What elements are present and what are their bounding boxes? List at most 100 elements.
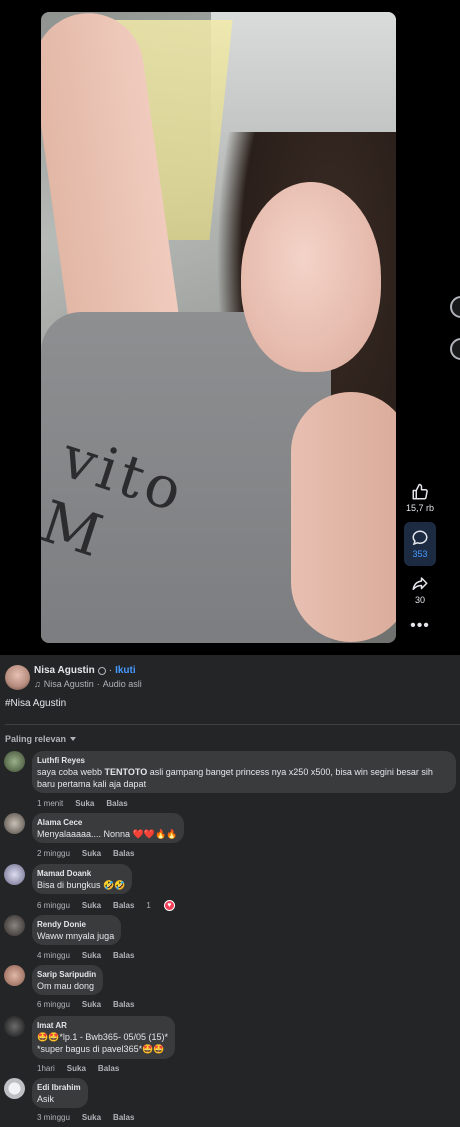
commenter-avatar[interactable] <box>4 1016 25 1037</box>
video-face <box>241 182 381 372</box>
separator-dot: · <box>108 665 113 676</box>
comment-bubble: Rendy Donie Waww mnyala juga <box>32 915 122 945</box>
comment-item: Edi Ibrahim Asik 3 minggu Suka Balas <box>4 1078 460 1126</box>
commenter-name[interactable]: Edi Ibrahim <box>37 1082 81 1093</box>
commenter-avatar[interactable] <box>4 965 25 986</box>
comment-text: Om mau dong <box>37 981 95 991</box>
comment-time: 3 minggu <box>37 1113 70 1122</box>
comment-bubble: Luthfi Reyes saya coba webb TENTOTO asli… <box>32 751 456 793</box>
like-comment-button[interactable]: Suka <box>82 849 101 858</box>
author-avatar[interactable] <box>5 665 30 690</box>
comment-item: Sarip Saripudin Om mau dong 6 minggu Suk… <box>4 965 460 1013</box>
commenter-avatar[interactable] <box>4 915 25 936</box>
comment-time: 2 minggu <box>37 849 70 858</box>
comment-text-line2: *super bagus di pavel365*🤩🤩 <box>37 1044 165 1054</box>
audio-label: Audio asli <box>102 679 142 689</box>
commenter-name[interactable]: Imat AR <box>37 1020 168 1031</box>
video-player[interactable]: vito M <box>41 12 396 643</box>
like-comment-button[interactable]: Suka <box>75 799 94 808</box>
video-area: vito M 15,7 rb 353 30 ••• <box>0 0 460 655</box>
post-caption[interactable]: #Nisa Agustin <box>5 698 66 709</box>
author-row: Nisa Agustin · Ikuti ♫ Nisa Agustin · Au… <box>5 665 142 690</box>
comment-bubble: Imat AR 🤩🤩*lp.1 - Bwb365- 05/05 (15)* *s… <box>32 1016 175 1059</box>
previous-video-button[interactable] <box>450 296 460 318</box>
follow-button[interactable]: Ikuti <box>115 665 136 676</box>
comment-time: 6 minggu <box>37 1000 70 1009</box>
info-panel: Nisa Agustin · Ikuti ♫ Nisa Agustin · Au… <box>0 655 460 1127</box>
music-note-icon: ♫ <box>34 679 41 689</box>
comment-time: 6 minggu <box>37 901 70 910</box>
commenter-avatar[interactable] <box>4 1078 25 1099</box>
commenter-name[interactable]: Rendy Donie <box>37 919 114 930</box>
more-button[interactable]: ••• <box>403 614 437 634</box>
comment-text: Asik <box>37 1094 55 1104</box>
comment-item: Imat AR 🤩🤩*lp.1 - Bwb365- 05/05 (15)* *s… <box>4 1016 460 1078</box>
comment-text: saya coba webb TENTOTO asli gampang bang… <box>37 767 433 789</box>
divider <box>5 724 460 725</box>
comment-text: Waww mnyala juga <box>37 931 115 941</box>
commenter-name[interactable]: Alama Cece <box>37 817 177 828</box>
caret-down-icon <box>70 737 77 741</box>
comment-meta: 1hari Suka Balas <box>37 1064 131 1073</box>
reply-button[interactable]: Balas <box>106 799 127 808</box>
comment-button[interactable]: 353 <box>404 522 436 566</box>
commenter-name[interactable]: Mamad Doank <box>37 868 125 879</box>
reaction-count[interactable]: 1 ♥ <box>146 900 186 911</box>
heart-icon: ♥ <box>163 900 175 911</box>
sort-label: Paling relevan <box>5 734 67 744</box>
comment-text: Menyalaaaaa.... Nonna ❤️❤️🔥🔥 <box>37 829 178 839</box>
comment-icon <box>412 530 428 546</box>
comment-meta: 4 minggu Suka Balas <box>37 951 146 960</box>
commenter-avatar[interactable] <box>4 864 25 885</box>
like-comment-button[interactable]: Suka <box>82 1113 101 1122</box>
comment-text: Bisa di bungkus 🤣🤣 <box>37 880 126 890</box>
comment-bubble: Alama Cece Menyalaaaaa.... Nonna ❤️❤️🔥🔥 <box>32 813 185 843</box>
comment-bubble: Edi Ibrahim Asik <box>32 1078 88 1108</box>
reply-button[interactable]: Balas <box>113 951 134 960</box>
comment-time: 1hari <box>37 1064 55 1073</box>
action-rail: 15,7 rb 353 30 ••• <box>400 480 440 640</box>
commenter-avatar[interactable] <box>4 751 25 772</box>
like-comment-button[interactable]: Suka <box>82 951 101 960</box>
video-side-arm <box>291 392 396 642</box>
like-comment-button[interactable]: Suka <box>67 1064 86 1073</box>
comment-bubble: Sarip Saripudin Om mau dong <box>32 965 104 995</box>
author-name[interactable]: Nisa Agustin <box>34 665 95 676</box>
audio-info[interactable]: ♫ Nisa Agustin · Audio asli <box>34 679 142 689</box>
globe-icon <box>97 666 106 675</box>
comment-meta: 3 minggu Suka Balas <box>37 1113 146 1122</box>
like-button[interactable]: 15,7 rb <box>403 480 437 516</box>
comment-meta: 6 minggu Suka Balas <box>37 1000 146 1009</box>
comment-item: Luthfi Reyes saya coba webb TENTOTO asli… <box>4 751 460 813</box>
commenter-avatar[interactable] <box>4 813 25 834</box>
reply-button[interactable]: Balas <box>113 1000 134 1009</box>
like-comment-button[interactable]: Suka <box>82 901 101 910</box>
like-count: 15,7 rb <box>405 503 435 513</box>
comment-item: Alama Cece Menyalaaaaa.... Nonna ❤️❤️🔥🔥 … <box>4 813 460 861</box>
comment-meta: 2 minggu Suka Balas <box>37 849 146 858</box>
comment-count: 353 <box>412 549 428 559</box>
next-video-button[interactable] <box>450 338 460 360</box>
like-comment-button[interactable]: Suka <box>82 1000 101 1009</box>
reply-button[interactable]: Balas <box>113 1113 134 1122</box>
share-button[interactable]: 30 <box>403 572 437 608</box>
reply-button[interactable]: Balas <box>98 1064 119 1073</box>
comment-item: Mamad Doank Bisa di bungkus 🤣🤣 6 minggu … <box>4 864 460 912</box>
reply-button[interactable]: Balas <box>113 901 134 910</box>
comment-meta: 1 menit Suka Balas <box>37 799 140 808</box>
comment-meta: 6 minggu Suka Balas 1 ♥ <box>37 900 199 911</box>
reply-button[interactable]: Balas <box>113 849 134 858</box>
more-icon: ••• <box>410 617 430 634</box>
comment-item: Rendy Donie Waww mnyala juga 4 minggu Su… <box>4 915 460 963</box>
sort-dropdown[interactable]: Paling relevan <box>5 734 77 744</box>
audio-author: Nisa Agustin <box>43 679 94 689</box>
share-icon <box>412 577 428 590</box>
share-count: 30 <box>414 595 425 605</box>
comment-bubble: Mamad Doank Bisa di bungkus 🤣🤣 <box>32 864 133 894</box>
comment-text-line1: 🤩🤩*lp.1 - Bwb365- 05/05 (15)* <box>37 1032 168 1042</box>
comment-time: 1 menit <box>37 799 64 808</box>
commenter-name[interactable]: Luthfi Reyes <box>37 755 449 766</box>
comment-time: 4 minggu <box>37 951 70 960</box>
commenter-name[interactable]: Sarip Saripudin <box>37 969 96 980</box>
like-icon <box>412 483 428 500</box>
